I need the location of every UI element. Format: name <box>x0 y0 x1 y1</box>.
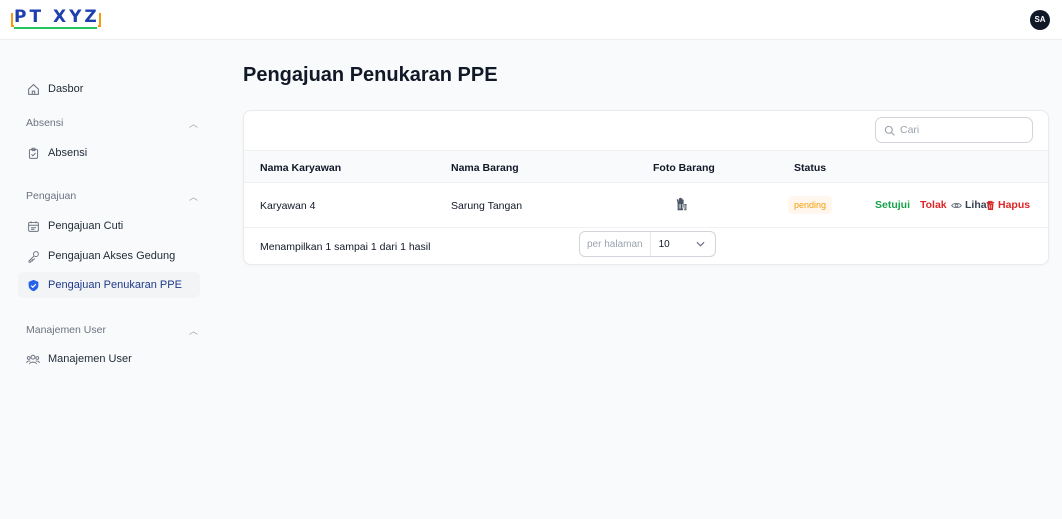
per-page-select[interactable]: per halaman 10 <box>579 231 716 257</box>
sidebar-item-pengajuan-cuti[interactable]: Pengajuan Cuti <box>18 213 200 239</box>
per-page-value-wrap[interactable]: 10 <box>651 239 715 250</box>
sidebar-item-label: Pengajuan Penukaran PPE <box>48 279 182 291</box>
top-bar: PT XYZ SA <box>0 0 1062 40</box>
section-title-label: Absensi <box>26 117 64 129</box>
page-title: Pengajuan Penukaran PPE <box>243 64 498 86</box>
calendar-icon <box>26 219 40 233</box>
status-badge: pending <box>788 196 833 214</box>
approve-label: Setujui <box>875 199 911 211</box>
view-button[interactable]: Lihat <box>951 199 990 211</box>
sidebar-item-label: Absensi <box>48 147 88 159</box>
chevron-up-icon: ︿ <box>188 326 198 336</box>
logo-text: PT XYZ <box>14 7 100 27</box>
delete-label: Hapus <box>998 199 1031 211</box>
sidebar-item-pengajuan-penukaran-ppe[interactable]: Pengajuan Penukaran PPE <box>18 272 200 298</box>
search-icon <box>884 125 895 136</box>
chevron-up-icon: ︿ <box>188 192 198 202</box>
user-avatar[interactable]: SA <box>1030 10 1050 30</box>
per-page-value: 10 <box>658 238 670 250</box>
chevron-up-icon: ︿ <box>188 119 198 129</box>
sidebar-item-label: Dasbor <box>48 83 84 95</box>
section-title-pengajuan[interactable]: Pengajuan ︿ <box>26 190 198 202</box>
sidebar: Dasbor Absensi ︿ Absensi Pengajuan ︿ Pen… <box>0 40 215 519</box>
company-logo[interactable]: PT XYZ <box>11 7 103 31</box>
sidebar-item-label: Manajemen User <box>48 353 132 365</box>
users-icon <box>26 352 40 366</box>
section-title-manajemen-user[interactable]: Manajemen User ︿ <box>26 324 198 336</box>
table-header: Nama Karyawan Nama Barang Foto Barang St… <box>244 150 1048 183</box>
table-row: Karyawan 4 Sarung Tangan pending Setujui… <box>244 183 1048 228</box>
column-header-status[interactable]: Status <box>794 162 826 174</box>
logo-bracket-right <box>97 13 101 27</box>
home-icon <box>26 82 40 96</box>
section-title-label: Pengajuan <box>26 190 77 202</box>
section-title-absensi[interactable]: Absensi ︿ <box>26 117 198 129</box>
column-header-nama-barang[interactable]: Nama Barang <box>451 162 519 174</box>
column-header-foto-barang[interactable]: Foto Barang <box>653 162 715 174</box>
logo-bracket-left <box>11 13 14 27</box>
sidebar-item-manajemen-user[interactable]: Manajemen User <box>18 346 200 372</box>
sidebar-item-dasbor[interactable]: Dasbor <box>18 76 200 102</box>
sidebar-item-pengajuan-akses-gedung[interactable]: Pengajuan Akses Gedung <box>18 243 200 269</box>
section-title-label: Manajemen User <box>26 324 106 336</box>
approve-button[interactable]: Setujui <box>875 199 910 211</box>
sidebar-item-label: Pengajuan Cuti <box>48 220 124 232</box>
trash-icon <box>986 200 995 210</box>
cell-item-name: Sarung Tangan <box>451 200 523 212</box>
cell-employee-name: Karyawan 4 <box>260 200 316 212</box>
sidebar-item-label: Pengajuan Akses Gedung <box>48 250 176 262</box>
reject-button[interactable]: Tolak <box>920 199 947 211</box>
pagination-summary: Menampilkan 1 sampai 1 dari 1 hasil <box>260 241 431 253</box>
logo-underline <box>14 27 97 29</box>
chevron-down-icon <box>696 241 705 247</box>
clipboard-icon <box>26 146 40 160</box>
sidebar-item-absensi[interactable]: Absensi <box>18 140 200 166</box>
column-header-nama-karyawan[interactable]: Nama Karyawan <box>260 162 341 174</box>
eye-icon <box>951 202 962 208</box>
shield-check-icon <box>26 278 40 292</box>
search-input[interactable] <box>900 124 1020 136</box>
search-box[interactable] <box>875 117 1033 143</box>
per-page-label: per halaman <box>580 232 651 256</box>
key-icon <box>26 249 40 263</box>
glove-icon[interactable] <box>675 197 688 214</box>
delete-button[interactable]: Hapus <box>986 199 1030 211</box>
reject-label: Tolak <box>920 199 947 211</box>
table-card: Nama Karyawan Nama Barang Foto Barang St… <box>243 110 1049 265</box>
